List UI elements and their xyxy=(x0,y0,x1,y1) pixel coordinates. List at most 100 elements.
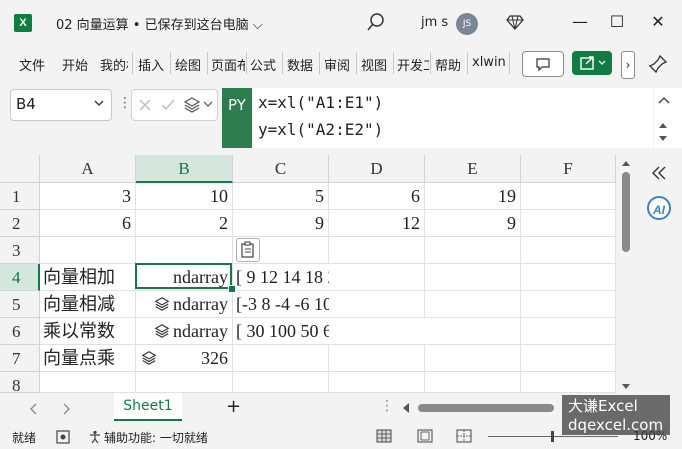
cell-c6[interactable]: [ 30 100 50 60 190] xyxy=(233,318,379,345)
cell-c4[interactable]: [ 9 12 14 18 28] xyxy=(233,264,352,291)
cell-b3[interactable] xyxy=(136,237,233,264)
status-accessibility[interactable]: 辅助功能: 一切就绪 xyxy=(104,429,208,446)
confirm-icon[interactable] xyxy=(160,97,176,113)
macro-record-icon[interactable] xyxy=(56,430,70,444)
cell-e8[interactable] xyxy=(425,372,521,393)
python-object-icon[interactable] xyxy=(141,350,157,366)
scroll-down-arrow-icon[interactable] xyxy=(621,384,631,390)
cell-c7[interactable] xyxy=(233,345,329,372)
tab-page-layout[interactable]: 页面布 xyxy=(211,55,245,74)
cell-b2[interactable]: 2 xyxy=(136,210,233,237)
cell-f3[interactable] xyxy=(521,237,616,264)
maximize-button[interactable]: ☐ xyxy=(607,12,627,31)
tab-data[interactable]: 数据 xyxy=(287,55,317,74)
chevron-up-icon[interactable] xyxy=(658,96,670,104)
cell-a3[interactable] xyxy=(40,237,136,264)
cell-b8[interactable] xyxy=(136,372,233,393)
cell-e7[interactable] xyxy=(425,345,521,372)
page-layout-icon[interactable] xyxy=(417,429,433,443)
cell-b7[interactable]: 326 xyxy=(136,345,233,372)
collapse-pane-icon[interactable] xyxy=(650,164,668,182)
cell-d6[interactable] xyxy=(329,318,425,345)
tab-my-addin[interactable]: 我的机 xyxy=(100,55,128,74)
cell-d8[interactable] xyxy=(329,372,425,393)
normal-view-icon[interactable] xyxy=(376,429,392,443)
row-header-6[interactable]: 6 xyxy=(0,318,40,345)
cell-e2[interactable]: 9 xyxy=(425,210,521,237)
page-break-preview-icon[interactable] xyxy=(456,429,472,443)
cell-e5[interactable] xyxy=(425,291,521,318)
tab-draw[interactable]: 绘图 xyxy=(175,55,205,74)
scroll-up-arrow-icon[interactable] xyxy=(621,160,631,166)
cell-e1[interactable]: 19 xyxy=(425,183,521,210)
cell-f1[interactable] xyxy=(521,183,616,210)
cell-e6[interactable] xyxy=(425,318,521,345)
share-button[interactable] xyxy=(572,51,612,75)
ribbon-more-button[interactable]: › xyxy=(621,51,635,79)
tabs-menu-icon[interactable]: ⋮ xyxy=(380,398,394,414)
cell-d1[interactable]: 6 xyxy=(329,183,425,210)
user-name[interactable]: jm s xyxy=(421,15,448,30)
column-header-c[interactable]: C xyxy=(233,155,329,183)
python-object-icon[interactable] xyxy=(154,296,170,312)
column-header-e[interactable]: E xyxy=(425,155,521,183)
cell-d3[interactable] xyxy=(329,237,425,264)
add-sheet-button[interactable]: + xyxy=(226,396,241,417)
pin-icon[interactable] xyxy=(648,54,668,74)
cell-a8[interactable] xyxy=(40,372,136,393)
scroll-down-arrow-icon[interactable] xyxy=(658,136,668,142)
cell-f8[interactable] xyxy=(521,372,616,393)
row-header-2[interactable]: 2 xyxy=(0,210,40,237)
tab-file[interactable]: 文件 xyxy=(19,55,49,74)
avatar[interactable]: JS xyxy=(456,13,478,35)
column-header-d[interactable]: D xyxy=(329,155,425,183)
row-header-3[interactable]: 3 xyxy=(0,237,40,264)
python-object-icon[interactable] xyxy=(154,323,170,339)
tab-help[interactable]: 帮助 xyxy=(435,55,465,74)
scroll-left-arrow-icon[interactable] xyxy=(403,403,409,413)
cell-c2[interactable]: 9 xyxy=(233,210,329,237)
search-icon[interactable] xyxy=(366,12,386,32)
tab-view[interactable]: 视图 xyxy=(361,55,391,74)
fill-handle[interactable] xyxy=(228,285,236,293)
cell-f5[interactable] xyxy=(521,291,616,318)
tab-developer[interactable]: 开发工 xyxy=(397,55,429,74)
cell-f2[interactable] xyxy=(521,210,616,237)
cell-f4[interactable] xyxy=(521,264,616,291)
scroll-up-arrow-icon[interactable] xyxy=(658,122,668,128)
chevron-right-icon[interactable] xyxy=(62,403,70,415)
tab-home[interactable]: 开始 xyxy=(62,55,92,74)
tab-formulas[interactable]: 公式 xyxy=(250,55,280,74)
row-header-1[interactable]: 1 xyxy=(0,183,40,210)
select-all-corner[interactable] xyxy=(0,155,40,183)
row-header-7[interactable]: 7 xyxy=(0,345,40,372)
cell-d2[interactable]: 12 xyxy=(329,210,425,237)
cell-a5[interactable]: 向量相减 xyxy=(40,291,136,318)
row-header-4[interactable]: 4 xyxy=(0,264,40,291)
cell-f6[interactable] xyxy=(521,318,616,345)
cell-b5[interactable]: ndarray xyxy=(136,291,233,318)
cell-d4[interactable] xyxy=(329,264,425,291)
column-header-a[interactable]: A xyxy=(40,155,136,183)
zoom-slider-thumb[interactable] xyxy=(551,431,554,442)
comments-button[interactable] xyxy=(522,51,564,77)
column-header-b[interactable]: B xyxy=(136,155,233,183)
cell-c8[interactable] xyxy=(233,372,329,393)
chevron-down-icon[interactable] xyxy=(203,100,213,108)
horizontal-scrollbar-thumb[interactable] xyxy=(418,404,554,412)
cell-c5[interactable]: [-3 8 -4 -6 10] xyxy=(233,291,338,318)
tab-insert[interactable]: 插入 xyxy=(138,55,168,74)
cell-a7[interactable]: 向量点乘 xyxy=(40,345,136,372)
row-header-5[interactable]: 5 xyxy=(0,291,40,318)
minimize-button[interactable]: — xyxy=(570,12,590,31)
tab-xlwings[interactable]: xlwin xyxy=(472,55,506,70)
cell-f7[interactable] xyxy=(521,345,616,372)
close-button[interactable]: ✕ xyxy=(648,12,668,31)
ai-assistant-icon[interactable]: AI xyxy=(647,196,671,220)
document-title[interactable]: 02 向量运算 • 已保存到这台电脑 ⌵ xyxy=(56,14,263,33)
cell-c1[interactable]: 5 xyxy=(233,183,329,210)
diamond-icon[interactable] xyxy=(506,13,524,31)
python-object-icon[interactable] xyxy=(183,96,201,114)
cell-b6[interactable]: ndarray xyxy=(136,318,233,345)
cell-a4[interactable]: 向量相加 xyxy=(40,264,136,291)
